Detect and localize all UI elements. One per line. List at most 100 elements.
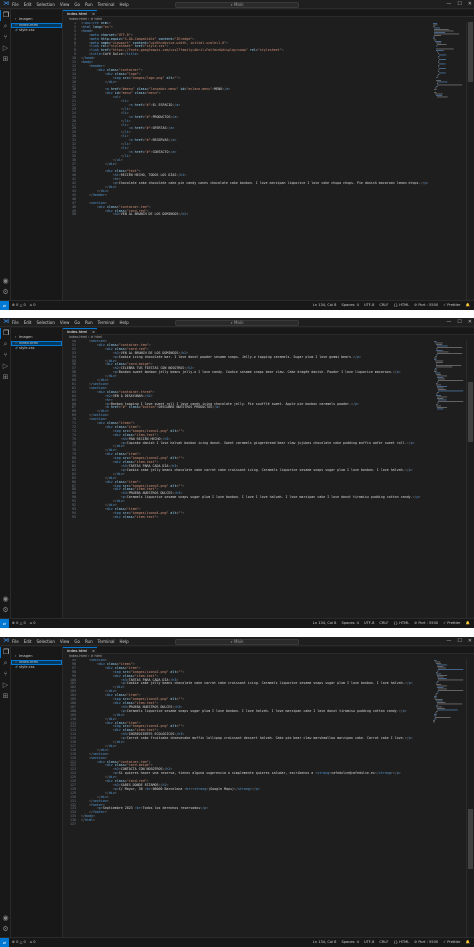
status-right-item[interactable]: ✓ Prettier — [443, 938, 460, 947]
minimize-icon[interactable]: — — [446, 318, 451, 327]
status-right-item[interactable]: UTF-8 — [364, 301, 374, 310]
maximize-icon[interactable]: ☐ — [457, 637, 461, 646]
menu-go[interactable]: Go — [74, 639, 80, 644]
explorer-icon[interactable]: ❐ — [0, 328, 11, 339]
status-right-item[interactable]: 🔔 — [466, 938, 470, 947]
command-center-search[interactable]: ⌕ Main — [175, 319, 299, 326]
gear-icon[interactable]: ⚙ — [0, 605, 11, 616]
code-line[interactable]: 42 <p>Chocolate cake chocolate cake pie … — [63, 181, 433, 186]
close-icon[interactable]: ✕ — [468, 637, 472, 646]
menu-edit[interactable]: Edit — [24, 2, 32, 7]
minimap[interactable] — [433, 659, 465, 937]
account-icon[interactable]: ◉ — [0, 594, 11, 605]
code-editor[interactable]: 95 <section> 96 <div class="items"> 97 <di… — [63, 659, 433, 937]
explorer-icon[interactable]: ❐ — [0, 647, 11, 658]
tab-index-html[interactable]: index.html × — [63, 10, 97, 17]
menu-selection[interactable]: Selection — [36, 320, 54, 325]
remote-icon[interactable]: ⇌ — [0, 301, 9, 310]
run-debug-icon[interactable]: ▷ — [0, 43, 11, 54]
menu-run[interactable]: Run — [85, 639, 93, 644]
menu-edit[interactable]: Edit — [24, 320, 32, 325]
explorer-icon[interactable]: ❐ — [0, 10, 11, 21]
command-center-search[interactable]: ⌕ Main — [175, 1, 299, 8]
status-right-item[interactable]: ⊘ Port : 5500 — [414, 619, 438, 628]
scrollbar-thumb[interactable] — [468, 22, 473, 82]
editor-scrollbar[interactable] — [466, 22, 473, 300]
editor-scrollbar[interactable] — [466, 340, 473, 618]
account-icon[interactable]: ◉ — [0, 276, 11, 287]
code-editor[interactable]: 50 <section> 51 <div class="container-tem… — [63, 340, 433, 618]
status-right-item[interactable]: CRLF — [379, 938, 388, 947]
extensions-icon[interactable]: ⊞ — [0, 54, 11, 65]
scrollbar-thumb[interactable] — [468, 382, 473, 442]
status-right-item[interactable]: UTF-8 — [364, 619, 374, 628]
file-style-css[interactable]: #style.css — [11, 665, 62, 671]
status-right-item[interactable]: UTF-8 — [364, 938, 374, 947]
menu-help[interactable]: Help — [120, 2, 129, 7]
tab-index-html[interactable]: index.html × — [63, 647, 97, 654]
menu-selection[interactable]: Selection — [36, 639, 54, 644]
editor-scrollbar[interactable] — [466, 659, 473, 937]
status-right-item[interactable]: {} HTML — [394, 938, 410, 947]
menu-terminal[interactable]: Terminal — [98, 639, 115, 644]
remote-icon[interactable]: ⇌ — [0, 619, 9, 628]
menu-help[interactable]: Help — [120, 639, 129, 644]
menu-run[interactable]: Run — [85, 2, 93, 7]
maximize-icon[interactable]: ☐ — [457, 0, 461, 9]
extensions-icon[interactable]: ⊞ — [0, 691, 11, 702]
scrollbar-thumb[interactable] — [468, 809, 473, 869]
code-line[interactable]: 50 <h2>VEN AL BRUNCH DE LOS DOMINGOS</h2… — [63, 212, 433, 217]
file-style-css[interactable]: #style.css — [11, 346, 62, 352]
command-center-search[interactable]: ⌕ Main — [175, 638, 299, 645]
run-debug-icon[interactable]: ▷ — [0, 361, 11, 372]
minimap[interactable] — [433, 22, 465, 300]
status-left-item[interactable]: ⌂ 0 — [30, 619, 36, 628]
status-right-item[interactable]: Ln 134, Col 8 — [313, 938, 337, 947]
minimize-icon[interactable]: — — [446, 637, 451, 646]
maximize-icon[interactable]: ☐ — [457, 318, 461, 327]
status-right-item[interactable]: 🔔 — [466, 301, 470, 310]
status-right-item[interactable]: ⊘ Port : 5500 — [414, 938, 438, 947]
status-right-item[interactable]: Spaces: 4 — [341, 938, 358, 947]
status-left-item[interactable]: ⊗ 0 △ 0 — [12, 619, 26, 628]
minimize-icon[interactable]: — — [446, 0, 451, 9]
code-line[interactable]: 58 <p>Bonbon sweet bonbon jelly beans je… — [63, 370, 433, 375]
search-icon[interactable]: ⌕ — [0, 658, 11, 669]
status-right-item[interactable]: ⊘ Port : 5500 — [414, 301, 438, 310]
menu-selection[interactable]: Selection — [36, 2, 54, 7]
search-icon[interactable]: ⌕ — [0, 21, 11, 32]
status-left-item[interactable]: ⌂ 0 — [30, 301, 36, 310]
menu-view[interactable]: View — [60, 320, 70, 325]
menu-go[interactable]: Go — [74, 320, 80, 325]
menu-file[interactable]: File — [12, 639, 19, 644]
status-right-item[interactable]: Ln 134, Col 8 — [313, 301, 337, 310]
menu-view[interactable]: View — [60, 2, 70, 7]
menu-terminal[interactable]: Terminal — [98, 320, 115, 325]
gear-icon[interactable]: ⚙ — [0, 924, 11, 935]
status-right-item[interactable]: 🔔 — [466, 619, 470, 628]
status-right-item[interactable]: {} HTML — [394, 301, 410, 310]
gear-icon[interactable]: ⚙ — [0, 287, 11, 298]
status-right-item[interactable]: CRLF — [379, 301, 388, 310]
menu-terminal[interactable]: Terminal — [98, 2, 115, 7]
status-left-item[interactable]: ⊗ 0 △ 0 — [12, 301, 26, 310]
code-line[interactable]: 137 — [63, 822, 433, 827]
account-icon[interactable]: ◉ — [0, 913, 11, 924]
code-line[interactable]: 124 <p>Si quieres hacer una reserva, tie… — [63, 771, 433, 776]
menu-view[interactable]: View — [60, 639, 70, 644]
menu-go[interactable]: Go — [74, 2, 80, 7]
menu-file[interactable]: File — [12, 320, 19, 325]
menu-file[interactable]: File — [12, 2, 19, 7]
tab-index-html[interactable]: index.html × — [63, 328, 97, 335]
status-right-item[interactable]: Spaces: 4 — [341, 301, 358, 310]
minimap[interactable] — [433, 340, 465, 618]
status-right-item[interactable]: Ln 134, Col 8 — [313, 619, 337, 628]
remote-icon[interactable]: ⇌ — [0, 938, 9, 947]
file-style-css[interactable]: #style.css — [11, 28, 62, 34]
code-editor[interactable]: 1 <!DOCTYPE html> 2 <html lang="es"> 3 <head>… — [63, 22, 433, 300]
menu-edit[interactable]: Edit — [24, 639, 32, 644]
status-right-item[interactable]: ✓ Prettier — [443, 301, 460, 310]
menu-run[interactable]: Run — [85, 320, 93, 325]
close-icon[interactable]: ✕ — [468, 0, 472, 9]
run-debug-icon[interactable]: ▷ — [0, 680, 11, 691]
